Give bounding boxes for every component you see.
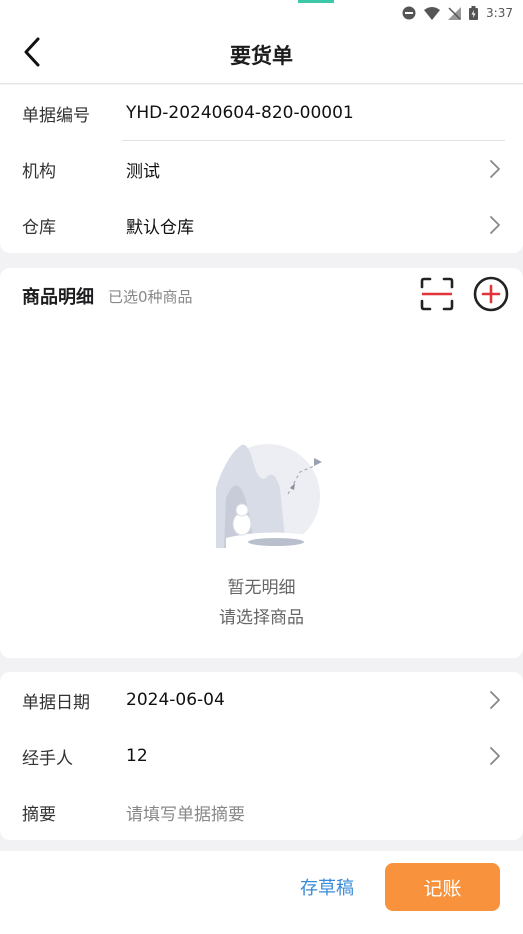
chevron-right-icon xyxy=(485,746,505,766)
status-time: 3:37 xyxy=(486,6,513,20)
scan-button[interactable] xyxy=(417,276,457,316)
empty-text-primary: 暂无明细 xyxy=(227,578,296,598)
add-circle-icon xyxy=(473,276,509,316)
chevron-right-icon xyxy=(485,159,505,179)
org-label: 机构 xyxy=(22,161,56,182)
goods-count: 已选0种商品 xyxy=(108,287,193,306)
empty-text-secondary: 请选择商品 xyxy=(219,608,304,628)
org-row[interactable]: 机构 测试 xyxy=(22,141,505,197)
scan-icon xyxy=(420,277,454,315)
warehouse-value: 默认仓库 xyxy=(126,217,194,238)
goods-title: 商品明细 xyxy=(22,287,94,308)
post-button[interactable]: 记账 xyxy=(385,863,500,911)
empty-illustration xyxy=(196,428,336,548)
battery-icon xyxy=(469,6,479,20)
date-row[interactable]: 单据日期 2024-06-04 xyxy=(22,672,505,728)
handler-row[interactable]: 经手人 12 xyxy=(22,728,505,784)
summary-label: 摘要 xyxy=(22,804,56,825)
handler-value: 12 xyxy=(126,746,148,766)
goods-detail-card: 商品明细 已选0种商品 暂无明细 请选择商品 xyxy=(0,268,523,658)
document-info-card: 单据编号 YHD-20240604-820-00001 机构 测试 仓库 默认仓… xyxy=(0,85,523,253)
summary-row: 摘要 请填写单据摘要 xyxy=(22,784,505,840)
footer-bar: 存草稿 记账 xyxy=(0,851,523,934)
wifi-icon xyxy=(424,6,441,20)
back-button[interactable] xyxy=(14,36,50,72)
no-signal-icon xyxy=(448,6,462,20)
org-value: 测试 xyxy=(126,161,160,182)
back-icon xyxy=(22,37,42,71)
summary-input[interactable]: 请填写单据摘要 xyxy=(126,800,505,825)
navbar: 要货单 xyxy=(0,26,523,84)
doc-no-row: 单据编号 YHD-20240604-820-00001 xyxy=(22,85,505,141)
status-accent-line xyxy=(298,0,334,3)
status-bar: 3:37 xyxy=(0,0,523,26)
document-extra-card: 单据日期 2024-06-04 经手人 12 摘要 请填写单据摘要 xyxy=(0,672,523,840)
chevron-right-icon xyxy=(485,690,505,710)
warehouse-row[interactable]: 仓库 默认仓库 xyxy=(22,197,505,253)
warehouse-label: 仓库 xyxy=(22,217,56,238)
save-draft-button[interactable]: 存草稿 xyxy=(288,863,366,911)
doc-no-label: 单据编号 xyxy=(22,105,90,126)
chevron-right-icon xyxy=(485,215,505,235)
goods-header: 商品明细 已选0种商品 xyxy=(22,276,511,316)
doc-no-value: YHD-20240604-820-00001 xyxy=(126,103,354,123)
date-value: 2024-06-04 xyxy=(126,690,225,710)
date-label: 单据日期 xyxy=(22,692,90,713)
do-not-disturb-icon xyxy=(402,6,416,20)
handler-label: 经手人 xyxy=(22,748,73,769)
add-goods-button[interactable] xyxy=(471,276,511,316)
page-title: 要货单 xyxy=(230,44,293,68)
